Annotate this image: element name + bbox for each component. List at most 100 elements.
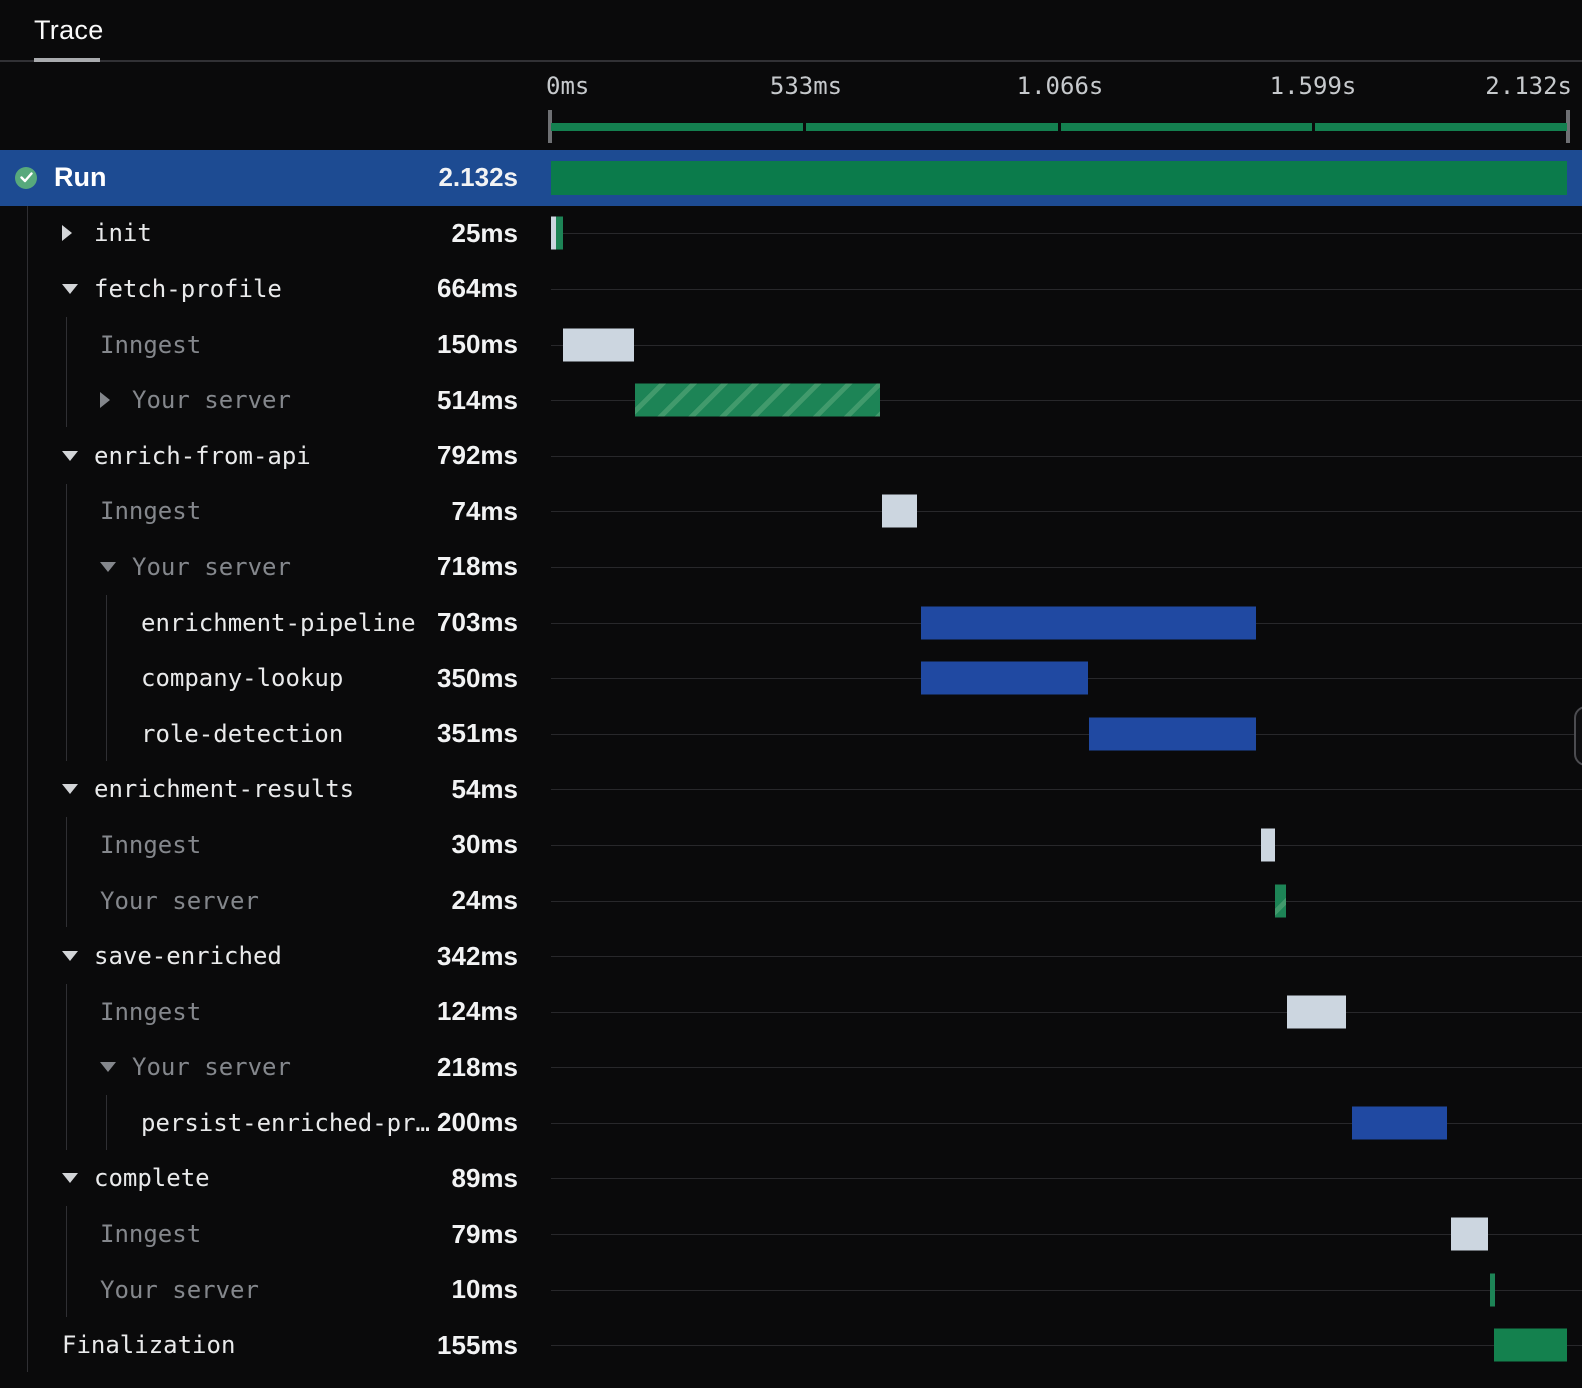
trace-row-your-server[interactable]: Your server 218ms [0, 1040, 1582, 1096]
span-bar[interactable] [920, 606, 1256, 640]
span-timeline-cell [544, 984, 1582, 1040]
chevron-down-icon[interactable] [100, 1062, 132, 1073]
span-bar[interactable] [920, 661, 1088, 695]
span-timeline-cell [544, 317, 1582, 373]
span-bar[interactable] [1261, 828, 1276, 862]
trace-row-your-server[interactable]: Your server 718ms [0, 539, 1582, 595]
span-bar[interactable] [1089, 717, 1257, 751]
span-label-cell: Run 2.132s [0, 150, 544, 206]
span-bar[interactable] [1494, 1328, 1567, 1362]
chevron-down-icon[interactable] [100, 561, 132, 572]
span-duration: 2.132s [438, 162, 518, 193]
span-label-cell: company-lookup 350ms [0, 650, 544, 706]
span-name: Inngest [100, 830, 202, 859]
axis-tick-label: 1.599s [1269, 72, 1357, 100]
span-bar[interactable] [562, 328, 635, 362]
span-timeline-cell [544, 928, 1582, 984]
chevron-down-icon[interactable] [62, 1173, 94, 1184]
chevron-glyph [100, 561, 116, 572]
row-guide-line [551, 844, 1582, 846]
span-name: persist-enriched-pr… [141, 1108, 430, 1137]
span-bar[interactable] [556, 216, 563, 250]
panel-resize-handle[interactable] [1574, 706, 1582, 766]
span-bar[interactable] [634, 383, 880, 417]
span-bar[interactable] [1489, 1273, 1495, 1307]
trace-row-company-lookup[interactable]: company-lookup 350ms [0, 650, 1582, 706]
trace-row-inngest[interactable]: Inngest 124ms [0, 984, 1582, 1040]
axis-tick-label: 2.132s [1485, 72, 1572, 100]
span-timeline-cell [544, 873, 1582, 929]
span-name: Your server [100, 1275, 259, 1304]
chevron-glyph [62, 784, 78, 795]
trace-row-inngest[interactable]: Inngest 30ms [0, 817, 1582, 873]
trace-row-enrichment-pipeline[interactable]: enrichment-pipeline 703ms [0, 595, 1582, 651]
chevron-down-icon[interactable] [62, 283, 94, 294]
trace-row-enrich-from-api[interactable]: enrich-from-api 792ms [0, 428, 1582, 484]
span-duration: 30ms [451, 829, 519, 860]
span-timeline-cell [544, 484, 1582, 540]
span-bar[interactable] [1352, 1106, 1448, 1140]
trace-row-your-server[interactable]: Your server 10ms [0, 1262, 1582, 1318]
span-timeline-cell [544, 1317, 1582, 1373]
span-label-cell: save-enriched 342ms [0, 928, 544, 984]
trace-row-your-server[interactable]: Your server 514ms [0, 372, 1582, 428]
row-guide-line [551, 1289, 1582, 1291]
span-bar[interactable] [881, 494, 917, 528]
span-name: Inngest [100, 330, 202, 359]
axis-tick-label: 1.066s [1016, 72, 1104, 100]
span-duration: 150ms [437, 329, 518, 360]
tab-trace[interactable]: Trace [34, 0, 104, 62]
span-timeline-cell [544, 762, 1582, 818]
trace-row-finalization[interactable]: Finalization 155ms [0, 1317, 1582, 1373]
span-name: Your server [132, 1053, 291, 1082]
span-timeline-cell [544, 650, 1582, 706]
span-duration: 10ms [451, 1274, 519, 1305]
trace-row-save-enriched[interactable]: save-enriched 342ms [0, 928, 1582, 984]
span-name: enrichment-results [94, 775, 355, 804]
span-label-cell: complete 89ms [0, 1151, 544, 1207]
trace-row-enrichment-results[interactable]: enrichment-results 54ms [0, 762, 1582, 818]
trace-row-inngest[interactable]: Inngest 79ms [0, 1206, 1582, 1262]
trace-row-your-server[interactable]: Your server 24ms [0, 873, 1582, 929]
chevron-right-icon[interactable] [62, 225, 94, 242]
trace-row-persist-enriched-pr[interactable]: persist-enriched-pr… 200ms [0, 1095, 1582, 1151]
chevron-down-icon[interactable] [62, 450, 94, 461]
tree-guide-line [66, 1206, 67, 1317]
chevron-glyph [62, 1173, 78, 1184]
tree-guide-line [106, 594, 107, 761]
span-bar[interactable] [1450, 1217, 1489, 1251]
span-name: enrichment-pipeline [141, 608, 416, 637]
trace-row-complete[interactable]: complete 89ms [0, 1151, 1582, 1207]
row-guide-line [551, 1178, 1582, 1180]
chevron-down-icon[interactable] [62, 951, 94, 962]
span-bar[interactable] [1287, 995, 1347, 1029]
span-duration: 89ms [451, 1162, 519, 1193]
span-name: company-lookup [141, 664, 344, 693]
trace-row-inngest[interactable]: Inngest 74ms [0, 484, 1582, 540]
span-label-cell: persist-enriched-pr… 200ms [0, 1095, 544, 1151]
span-duration: 74ms [451, 495, 519, 526]
tree-guide-line [66, 984, 67, 1150]
span-label-cell: Your server 24ms [0, 873, 544, 929]
trace-row-role-detection[interactable]: role-detection 351ms [0, 706, 1582, 762]
span-timeline-cell [544, 817, 1582, 873]
trace-panel: Trace 0ms 533ms 1.066s 1.599s 2.132s Run 2.13… [0, 0, 1582, 1388]
span-bar[interactable] [1274, 884, 1287, 918]
chevron-down-icon[interactable] [62, 784, 94, 795]
span-timeline-cell [544, 706, 1582, 762]
minimap-duration-band [1315, 123, 1567, 131]
trace-row-run[interactable]: Run 2.132s [0, 150, 1582, 206]
span-bar[interactable] [551, 160, 1567, 195]
span-duration: 79ms [451, 1218, 519, 1249]
tree-guide-line [27, 205, 28, 1373]
trace-row-init[interactable]: init 25ms [0, 206, 1582, 262]
chevron-glyph [62, 283, 78, 294]
row-guide-line [551, 789, 1582, 791]
span-label-cell: Your server 218ms [0, 1040, 544, 1096]
trace-row-inngest[interactable]: Inngest 150ms [0, 317, 1582, 373]
span-timeline-cell [544, 150, 1582, 206]
timeline-minimap[interactable] [548, 110, 1570, 143]
chevron-right-icon[interactable] [100, 392, 132, 409]
span-label-cell: Inngest 30ms [0, 817, 544, 873]
trace-row-fetch-profile[interactable]: fetch-profile 664ms [0, 261, 1582, 317]
